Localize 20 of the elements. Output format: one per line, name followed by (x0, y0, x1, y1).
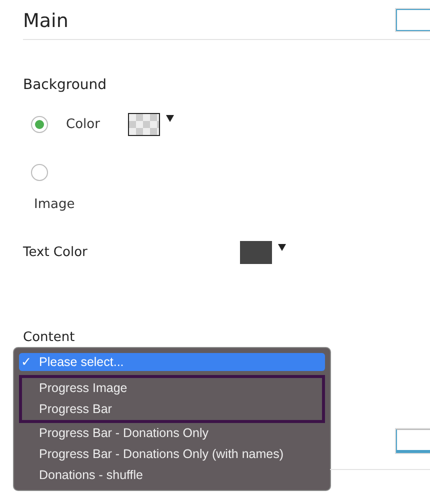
text-color-swatch[interactable] (240, 240, 272, 264)
dropdown-caret-icon[interactable] (166, 114, 174, 122)
dropdown-option[interactable]: Progress Bar - Donations Only (with names) (19, 444, 325, 465)
text-color-label: Text Color (23, 244, 88, 260)
dropdown-caret-icon[interactable] (278, 243, 286, 251)
color-swatch[interactable] (128, 112, 160, 136)
color-label: Color (66, 116, 100, 132)
dropdown-option[interactable]: Progress Image (19, 375, 325, 399)
section-title: Main (23, 9, 68, 32)
content-label: Content (23, 330, 76, 345)
dropdown-option[interactable]: Progress Bar (19, 399, 325, 423)
partial-field[interactable] (396, 429, 430, 453)
partial-field[interactable] (396, 9, 430, 31)
background-label: Background (23, 77, 108, 95)
image-label: Image (33, 197, 76, 212)
dropdown-option[interactable]: ✓ Please select... (19, 353, 325, 371)
image-radio[interactable] (31, 164, 48, 180)
color-radio[interactable] (31, 116, 48, 132)
dropdown-option[interactable]: Donations - shuffle (19, 465, 325, 486)
dropdown-option[interactable]: Progress Bar - Donations Only (19, 423, 325, 444)
